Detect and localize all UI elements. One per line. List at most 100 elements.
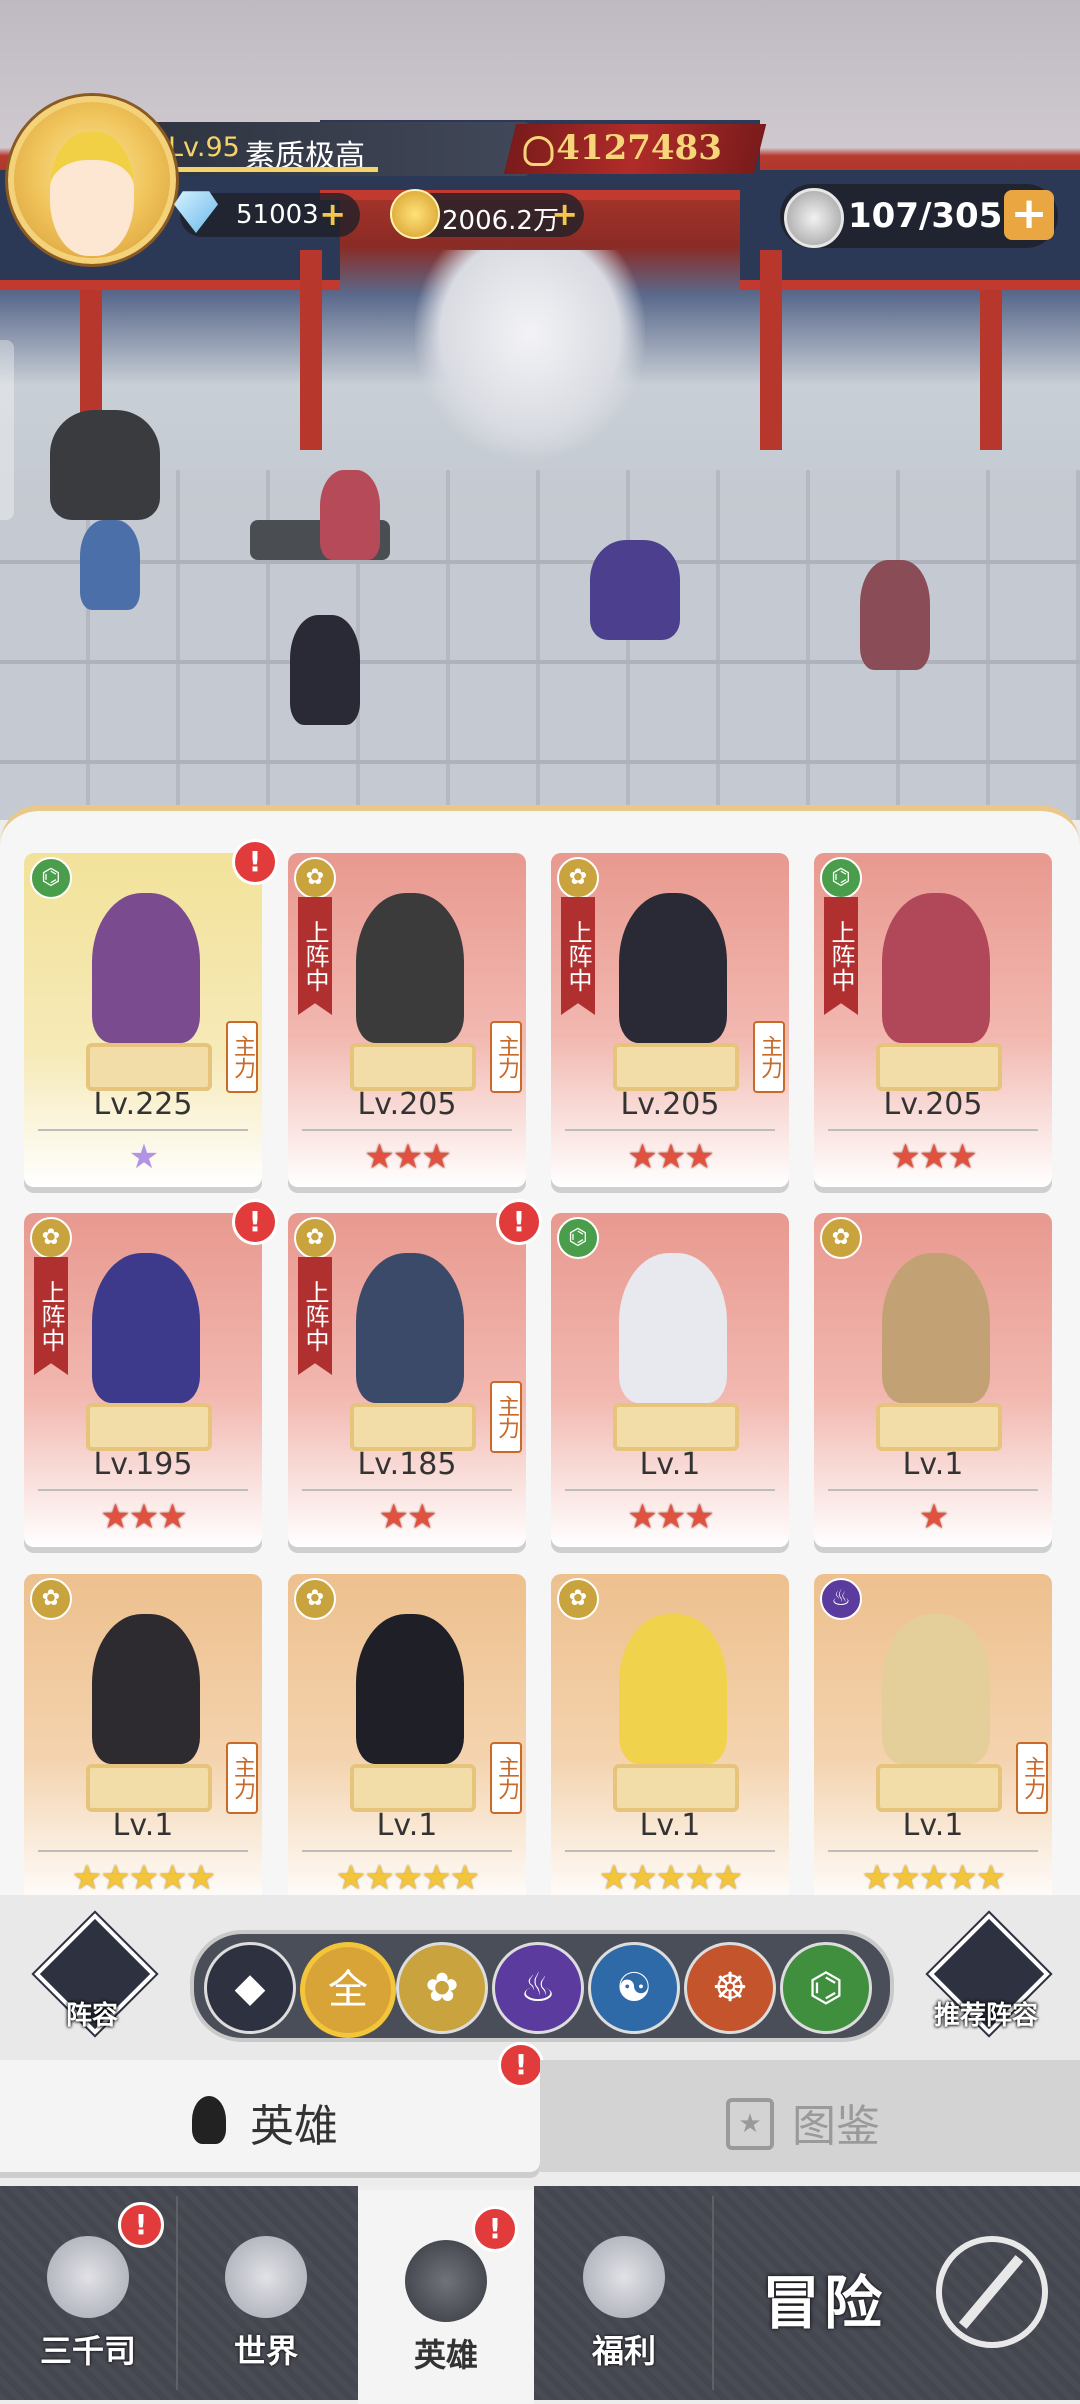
player-level: Lv.95 bbox=[168, 132, 240, 163]
deployed-ribbon: 上阵中 bbox=[561, 897, 595, 1015]
nav-world[interactable]: 世界 bbox=[178, 2186, 354, 2400]
gold-counter: 2006.2万 + bbox=[390, 189, 584, 239]
tab-hero[interactable]: 英雄 ! bbox=[0, 2042, 544, 2172]
alert-badge: ! bbox=[232, 839, 278, 885]
hero-stars: ★★★ bbox=[364, 1137, 451, 1177]
main-force-tag: 主力 bbox=[753, 1021, 785, 1093]
recommended-lineup-button[interactable]: 推荐阵容 bbox=[928, 1913, 1050, 2035]
filter-special-icon[interactable]: ◆ bbox=[204, 1942, 296, 2034]
filter-taichi-icon[interactable]: ☯ bbox=[588, 1942, 680, 2034]
alert-badge: ! bbox=[496, 1199, 542, 1245]
faction-icon: ✿ bbox=[294, 1578, 336, 1620]
filter-lotus-icon[interactable]: ✿ bbox=[396, 1942, 488, 2034]
hero-stars: ★ bbox=[918, 1497, 949, 1537]
tab-codex-label: 图鉴 bbox=[792, 2101, 880, 2152]
card-divider bbox=[302, 1850, 512, 1852]
nav-world-label: 世界 bbox=[233, 2332, 298, 2370]
faction-icon: ✿ bbox=[30, 1217, 72, 1259]
hero-stars: ★★★★★ bbox=[335, 1858, 480, 1898]
hero-card[interactable]: ⌬ 主力 Lv.225 ★ bbox=[24, 853, 262, 1187]
card-divider bbox=[302, 1129, 512, 1131]
hero-portrait bbox=[882, 1253, 990, 1403]
lineup-button[interactable]: 阵容 bbox=[34, 1913, 156, 2035]
hero-card[interactable]: ✿ Lv.1 ★ bbox=[814, 1213, 1052, 1547]
floor-line bbox=[0, 560, 1080, 564]
scene-hero-swordsmen bbox=[50, 410, 160, 520]
hero-level: Lv.1 bbox=[112, 1808, 174, 1843]
hero-level: Lv.1 bbox=[639, 1808, 701, 1843]
gold-coin-icon bbox=[390, 189, 440, 239]
nav-sanqiansi-label: 三千司 bbox=[39, 2332, 136, 2370]
alert-badge: ! bbox=[232, 1199, 278, 1245]
tab-hero-label: 英雄 bbox=[250, 2101, 338, 2152]
player-info-bar[interactable]: Lv.95 素质极高 bbox=[150, 122, 530, 176]
scene-hero-mage bbox=[590, 540, 680, 640]
hero-stars: ★★★ bbox=[890, 1137, 977, 1177]
filter-dna-icon[interactable]: ⌬ bbox=[780, 1942, 872, 2034]
alert-badge: ! bbox=[118, 2202, 164, 2248]
hero-card[interactable]: ✿ 主力 Lv.1 ★★★★★ bbox=[24, 1574, 262, 1908]
hero-level: Lv.205 bbox=[620, 1087, 720, 1122]
fox-statue bbox=[415, 250, 645, 460]
hero-card[interactable]: ⌬ Lv.1 ★★★ bbox=[551, 1213, 789, 1547]
card-divider bbox=[565, 1489, 775, 1491]
filter-flame-icon[interactable]: ♨ bbox=[492, 1942, 584, 2034]
power-icon bbox=[523, 136, 554, 166]
deployed-ribbon: 上阵中 bbox=[298, 1257, 332, 1375]
pillar bbox=[300, 250, 322, 450]
nav-welfare-label: 福利 bbox=[591, 2332, 656, 2370]
hero-silhouette-icon bbox=[405, 2240, 487, 2322]
main-force-tag: 主力 bbox=[490, 1381, 522, 1453]
temple-icon bbox=[47, 2236, 129, 2318]
stamina-icon bbox=[784, 188, 844, 248]
hero-card[interactable]: ✿ 上阵中 主力 Lv.185 ★★ bbox=[288, 1213, 526, 1547]
main-force-tag: 主力 bbox=[490, 1021, 522, 1093]
card-divider bbox=[565, 1129, 775, 1131]
nav-adventure[interactable]: 冒险 bbox=[710, 2186, 1080, 2400]
hero-card[interactable]: ⌬ 上阵中 Lv.205 ★★★ bbox=[814, 853, 1052, 1187]
star-book-icon: ★ bbox=[726, 2098, 774, 2150]
scene-hero-blue bbox=[80, 520, 140, 610]
hero-card[interactable]: ✿ 主力 Lv.1 ★★★★★ bbox=[288, 1574, 526, 1908]
filter-meditate-icon[interactable]: ☸ bbox=[684, 1942, 776, 2034]
nav-hero-label: 英雄 bbox=[413, 2336, 478, 2374]
add-stamina-button[interactable]: + bbox=[1004, 190, 1054, 240]
filter-all-icon[interactable]: 全 bbox=[300, 1942, 396, 2038]
main-force-tag: 主力 bbox=[226, 1742, 258, 1814]
hero-card[interactable]: ✿ 上阵中 主力 Lv.205 ★★★ bbox=[551, 853, 789, 1187]
tab-codex[interactable]: ★ 图鉴 bbox=[540, 2060, 1080, 2172]
nav-sanqiansi[interactable]: 三千司 ! bbox=[0, 2186, 176, 2400]
hero-level: Lv.205 bbox=[357, 1087, 457, 1122]
hero-portrait bbox=[356, 1614, 464, 1764]
lineup-label: 阵容 bbox=[65, 2001, 118, 2031]
faction-icon: ♨ bbox=[820, 1578, 862, 1620]
nav-adventure-label: 冒险 bbox=[762, 2269, 887, 2337]
main-force-tag: 主力 bbox=[490, 1742, 522, 1814]
add-gold-button[interactable]: + bbox=[551, 195, 578, 233]
hero-card[interactable]: ✿ 上阵中 主力 Lv.205 ★★★ bbox=[288, 853, 526, 1187]
avatar-face bbox=[50, 132, 134, 256]
hero-pedestal bbox=[350, 1403, 476, 1451]
hero-pedestal bbox=[876, 1043, 1002, 1091]
floor-line bbox=[0, 760, 1080, 764]
stamina-counter: 107/305 + bbox=[780, 184, 1058, 248]
nav-welfare[interactable]: 福利 bbox=[536, 2186, 712, 2400]
hero-card[interactable]: ✿ 上阵中 Lv.195 ★★★ bbox=[24, 1213, 262, 1547]
card-divider bbox=[828, 1489, 1038, 1491]
side-drawer-handle[interactable] bbox=[0, 340, 14, 520]
nav-hero[interactable]: 英雄 ! bbox=[358, 2186, 534, 2404]
combat-power-value: 4127483 bbox=[556, 128, 722, 168]
hero-card[interactable]: ♨ 主力 Lv.1 ★★★★★ bbox=[814, 1574, 1052, 1908]
hero-stars: ★★★★★ bbox=[71, 1858, 216, 1898]
hero-card[interactable]: ✿ Lv.1 ★★★★★ bbox=[551, 1574, 789, 1908]
hero-stars: ★★★ bbox=[627, 1497, 714, 1537]
hero-stars: ★★★★★ bbox=[598, 1858, 743, 1898]
hero-portrait bbox=[882, 1614, 990, 1764]
hero-stars: ★★★★★ bbox=[861, 1858, 1006, 1898]
deployed-ribbon: 上阵中 bbox=[824, 897, 858, 1015]
hero-pedestal bbox=[350, 1043, 476, 1091]
player-avatar[interactable] bbox=[8, 96, 176, 264]
main-force-tag: 主力 bbox=[226, 1021, 258, 1093]
hero-portrait bbox=[92, 1614, 200, 1764]
add-gems-button[interactable]: + bbox=[319, 195, 346, 233]
